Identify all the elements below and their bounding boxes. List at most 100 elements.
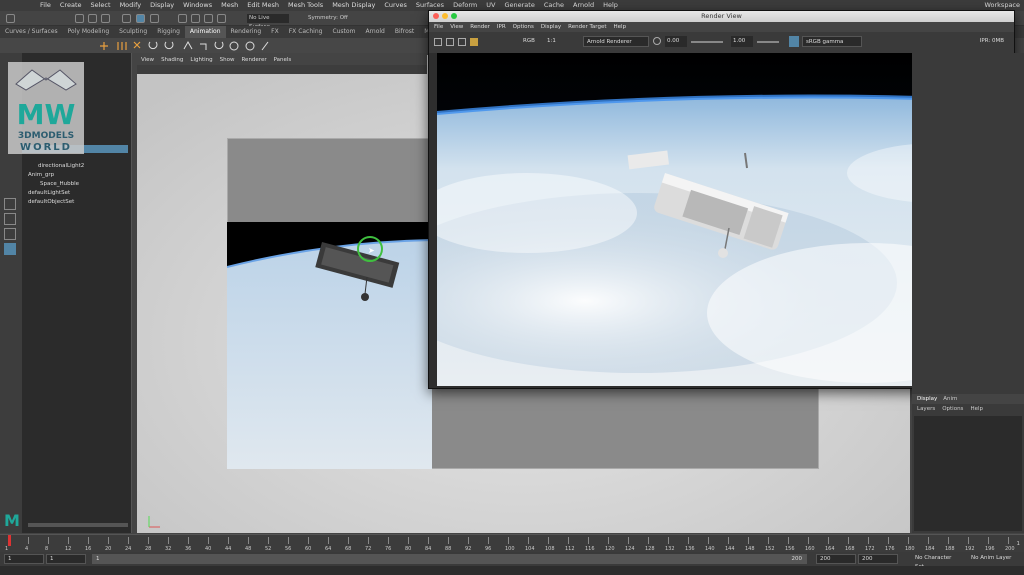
tab-rendering[interactable]: Rendering (226, 26, 267, 38)
viewport-menu-show[interactable]: Show (220, 55, 235, 65)
menu-item-mesh[interactable]: Mesh (221, 0, 238, 11)
render-menu-display[interactable]: Display (541, 22, 561, 32)
snap-point-icon[interactable] (204, 14, 213, 23)
current-frame-marker[interactable] (8, 535, 11, 546)
outliner-item[interactable]: defaultLightSet (28, 190, 70, 196)
select-tool-icon[interactable] (122, 14, 131, 23)
end-frame-field[interactable]: 200 (858, 554, 898, 564)
tab-custom[interactable]: Custom (327, 26, 360, 38)
tab-rigging[interactable]: Rigging (152, 26, 185, 38)
layout-icon[interactable] (4, 213, 16, 225)
ipr-render-icon[interactable] (470, 38, 478, 46)
tab-fx[interactable]: FX (266, 26, 284, 38)
outliner-item[interactable]: Anim_grp (28, 172, 54, 178)
render-frame-icon[interactable] (434, 38, 442, 46)
playback-start-field[interactable]: 1 (46, 554, 86, 564)
viewport-menu-lighting[interactable]: Lighting (190, 55, 212, 65)
render-menu-view[interactable]: View (450, 22, 463, 32)
playback-end-field[interactable]: 200 (816, 554, 856, 564)
layer-list[interactable] (914, 416, 1022, 531)
layout-icon[interactable] (4, 228, 16, 240)
render-menu-help[interactable]: Help (614, 22, 627, 32)
anim-layer-dropdown[interactable]: No Anim Layer (968, 554, 1020, 564)
render-menu-render[interactable]: Render (470, 22, 490, 32)
command-line[interactable] (0, 566, 1024, 575)
render-menu-file[interactable]: File (434, 22, 443, 32)
help-menu[interactable]: Help (970, 404, 983, 414)
timeline-tick-mark (308, 537, 309, 544)
menu-item-mesh-tools[interactable]: Mesh Tools (288, 0, 323, 11)
character-set-dropdown[interactable]: No Character Set (912, 554, 962, 570)
range-start-label: 1 (96, 556, 100, 562)
outliner-item[interactable]: defaultObjectSet (28, 199, 74, 205)
watermark-logo: MW 3DMODELS WORLD (8, 62, 84, 154)
menu-item-curves[interactable]: Curves (384, 0, 407, 11)
minimize-icon[interactable] (442, 13, 448, 19)
move-tool-icon[interactable] (4, 198, 16, 210)
outliner-scrollbar[interactable] (28, 523, 128, 527)
color-space-dropdown[interactable]: sRGB gamma (802, 36, 862, 47)
snap-grid-icon[interactable] (178, 14, 187, 23)
live-surface-field[interactable]: No Live Surface (247, 14, 289, 30)
menu-item-create[interactable]: Create (60, 0, 82, 11)
tab-display[interactable]: Display (917, 394, 937, 404)
tab-curves-surfaces[interactable]: Curves / Surfaces (0, 26, 63, 38)
menu-item-windows[interactable]: Windows (183, 0, 212, 11)
tab-sculpting[interactable]: Sculpting (114, 26, 152, 38)
tab-bifrost[interactable]: Bifrost (390, 26, 419, 38)
exposure-field[interactable]: 0.00 (665, 36, 687, 47)
time-slider[interactable]: 1 4 8 12 16 20 24 28 32 36 40 44 48 52 56 60 64 68 72 76 80 8… (0, 534, 1024, 552)
persp-layout-icon[interactable] (4, 243, 16, 255)
outliner-item[interactable]: directionalLight2 (38, 163, 84, 169)
menu-item-edit-mesh[interactable]: Edit Mesh (247, 0, 279, 11)
symmetry-dropdown[interactable]: Symmetry: Off (308, 14, 348, 23)
viewport-menu-panels[interactable]: Panels (274, 55, 292, 65)
timeline-tick-mark (608, 537, 609, 544)
snap-view-icon[interactable] (217, 14, 226, 23)
menu-item-mesh-display[interactable]: Mesh Display (332, 0, 375, 11)
open-scene-icon[interactable] (88, 14, 97, 23)
outliner-item[interactable]: Space_Hubble (40, 181, 79, 187)
menu-item-display[interactable]: Display (150, 0, 174, 11)
shelf-icon-row[interactable] (0, 38, 430, 53)
options-menu[interactable]: Options (942, 404, 963, 414)
render-menu-ipr[interactable]: IPR (497, 22, 506, 32)
timeline-tick-mark (748, 537, 749, 544)
tab-animation[interactable]: Animation (184, 26, 226, 38)
paint-select-icon[interactable] (150, 14, 159, 23)
tab-fx-caching[interactable]: FX Caching (284, 26, 328, 38)
snapshot-icon[interactable] (458, 38, 466, 46)
menu-item-select[interactable]: Select (91, 0, 111, 11)
tab-arnold[interactable]: Arnold (360, 26, 389, 38)
ratio-button[interactable]: 1:1 (547, 38, 556, 44)
viewport-menu-shading[interactable]: Shading (161, 55, 183, 65)
viewport-menu-renderer[interactable]: Renderer (241, 55, 266, 65)
menu-item-file[interactable]: File (40, 0, 51, 11)
menu-item-modify[interactable]: Modify (120, 0, 142, 11)
new-scene-icon[interactable] (75, 14, 84, 23)
snap-curve-icon[interactable] (191, 14, 200, 23)
tab-anim[interactable]: Anim (943, 394, 957, 404)
gamma-field[interactable]: 1.00 (731, 36, 753, 47)
save-scene-icon[interactable] (101, 14, 110, 23)
maximize-icon[interactable] (451, 13, 457, 19)
renderer-dropdown[interactable]: Arnold Renderer (583, 36, 649, 47)
close-icon[interactable] (433, 13, 439, 19)
exposure-slider[interactable] (691, 41, 723, 43)
range-bar[interactable]: 1 200 (92, 554, 807, 564)
viewport-menu-view[interactable]: View (141, 55, 154, 65)
render-menu-render-target[interactable]: Render Target (568, 22, 606, 32)
tab-poly-modeling[interactable]: Poly Modeling (63, 26, 115, 38)
timeline-tick-mark (728, 537, 729, 544)
start-frame-field[interactable]: 1 (4, 554, 44, 564)
layers-menu[interactable]: Layers (917, 404, 935, 414)
color-management-icon[interactable] (789, 36, 799, 47)
viewport-toolbar[interactable] (137, 65, 427, 74)
gamma-slider[interactable] (757, 41, 779, 43)
menu-set-icon[interactable] (6, 14, 15, 23)
rgb-label[interactable]: RGB (523, 38, 535, 44)
render-region-icon[interactable] (446, 38, 454, 46)
current-frame-field[interactable]: 1 (1017, 541, 1021, 547)
render-menu-options[interactable]: Options (513, 22, 534, 32)
lasso-tool-icon[interactable] (136, 14, 145, 23)
